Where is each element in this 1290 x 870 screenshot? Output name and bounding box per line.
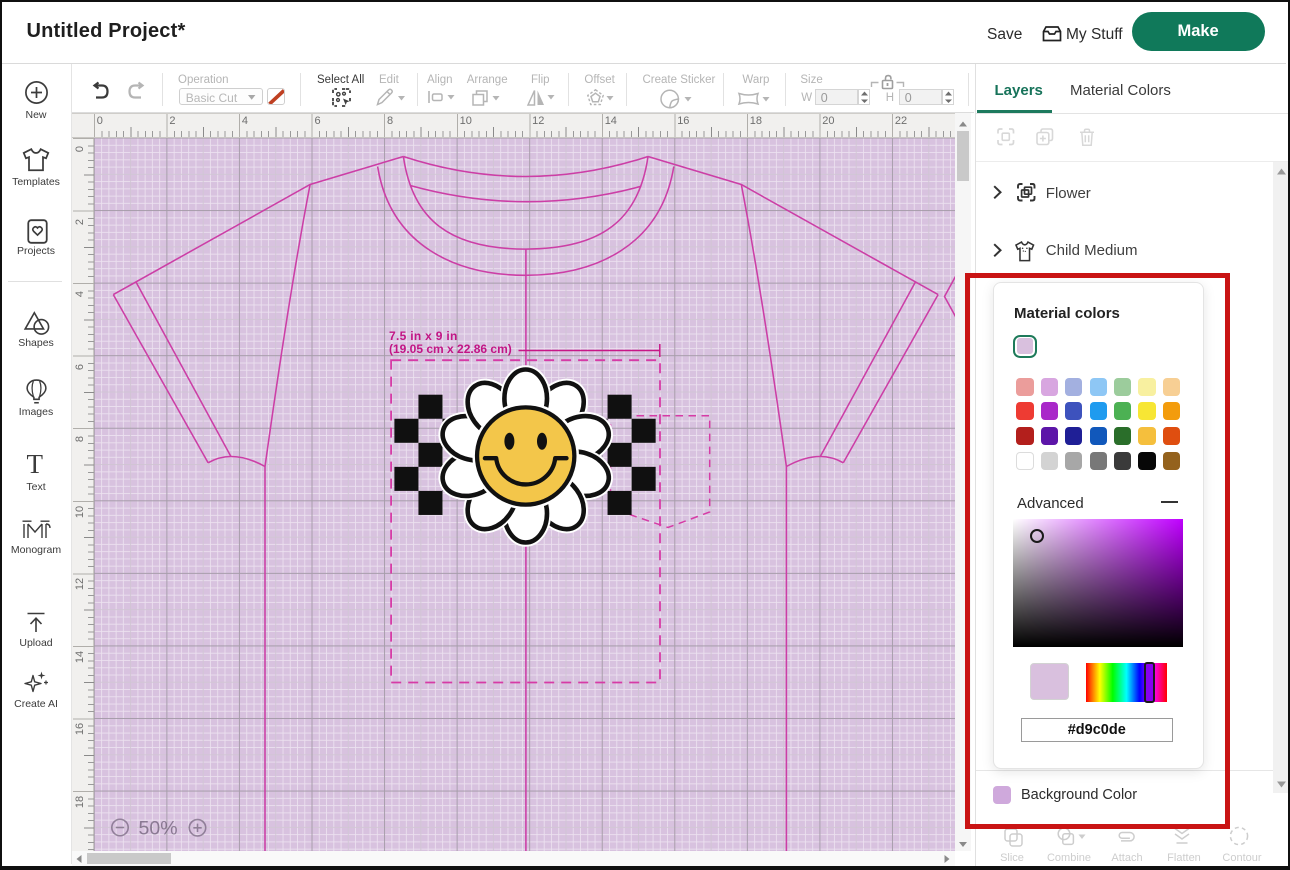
svg-text:7.5 in x 9 in: 7.5 in x 9 in	[389, 329, 458, 343]
svg-text:(19.05 cm x 22.86 cm): (19.05 cm x 22.86 cm)	[389, 342, 512, 356]
svg-text:50%: 50%	[138, 817, 177, 839]
